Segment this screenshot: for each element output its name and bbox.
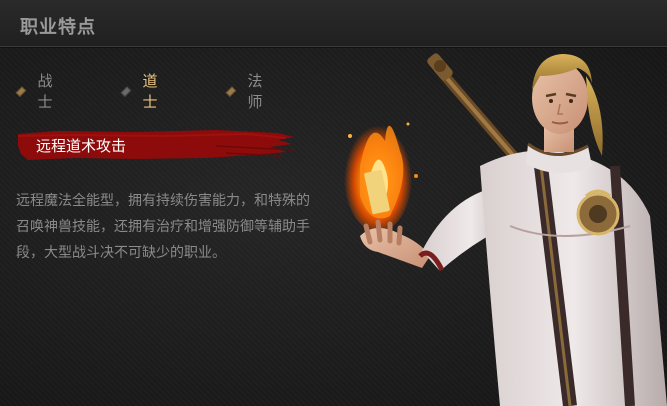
diamond-marker-icon (120, 85, 131, 97)
tab-label: 法师 (247, 72, 263, 111)
panel-title: 职业特点 (20, 17, 96, 38)
tab-taoist[interactable]: 道士 (120, 72, 161, 111)
taoist-character-illustration (344, 53, 667, 406)
tab-mage[interactable]: 法师 (225, 72, 266, 111)
tab-label: 战士 (37, 72, 53, 111)
diamond-marker-icon (225, 85, 236, 97)
tab-warrior[interactable]: 战士 (15, 72, 56, 111)
panel-header: 职业特点 (0, 0, 667, 47)
diamond-marker-icon (15, 85, 26, 97)
tab-label: 道士 (142, 72, 158, 111)
class-features-panel: 职业特点 战士 道士 法师 远程道术攻击 远程魔法全能型，拥有持续伤害能力，和特… (0, 0, 667, 406)
feature-label: 远程道术攻击 (36, 137, 127, 155)
feature-description: 远程魔法全能型，拥有持续伤害能力，和特殊的召唤神兽技能，还拥有治疗和增强防御等辅… (16, 193, 310, 261)
